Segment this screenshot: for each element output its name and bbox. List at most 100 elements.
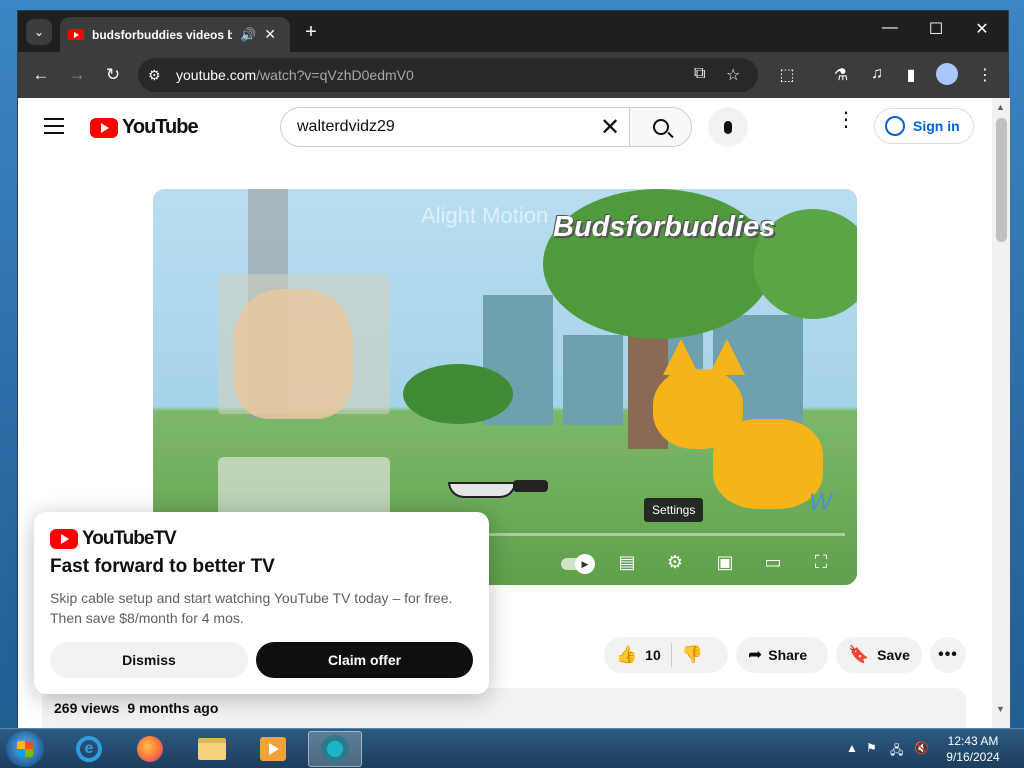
- view-count: 269 views: [54, 700, 120, 716]
- youtube-tv-play-icon: [50, 529, 78, 549]
- taskbar-media-player[interactable]: [246, 731, 300, 767]
- media-player-icon: [260, 737, 286, 761]
- video-watermark: W: [809, 489, 832, 516]
- scroll-down-arrow[interactable]: ▼: [996, 704, 1005, 714]
- claim-offer-button[interactable]: Claim offer: [256, 642, 473, 678]
- youtube-logo-text: YouTube: [122, 116, 199, 138]
- knife-drawing: [448, 482, 516, 498]
- chrome-icon: [321, 735, 349, 763]
- windows-taskbar: e ▲ ⚑ 🖧 🔇 12:43 AM 9/16/2024: [0, 728, 1024, 768]
- theater-mode-icon[interactable]: ▭: [759, 552, 787, 573]
- chrome-menu-icon[interactable]: ⋮: [974, 65, 996, 85]
- tab-close-icon[interactable]: ✕: [264, 26, 276, 43]
- sign-in-label: Sign in: [913, 118, 960, 134]
- dismiss-button[interactable]: Dismiss: [50, 642, 248, 678]
- video-meta: 269 views 9 months ago: [54, 700, 218, 716]
- bookmark-star-icon[interactable]: ☆: [726, 65, 740, 85]
- share-icon: ➦: [748, 645, 763, 664]
- search-input[interactable]: [281, 108, 591, 146]
- video-title-overlay: Budsforbuddies: [553, 211, 776, 243]
- page-scrollbar[interactable]: ▲ ▼: [992, 98, 1010, 729]
- promo-heading: Fast forward to better TV: [50, 556, 275, 577]
- labs-flask-icon[interactable]: ⚗: [830, 65, 852, 85]
- folder-icon: [198, 738, 226, 760]
- back-button[interactable]: ←: [28, 62, 54, 88]
- youtube-tv-logo: YouTubeTV: [50, 528, 177, 550]
- reload-button[interactable]: ↻: [100, 62, 126, 88]
- tab-search-button[interactable]: ⌄: [26, 19, 52, 45]
- taskbar-clock[interactable]: 12:43 AM 9/16/2024: [938, 733, 1008, 765]
- action-center-flag-icon[interactable]: ⚑: [866, 741, 877, 755]
- clock-time: 12:43 AM: [947, 734, 999, 748]
- side-panel-icon[interactable]: ▮: [900, 65, 922, 85]
- microphone-icon: [724, 120, 732, 134]
- internet-explorer-icon: e: [76, 736, 102, 762]
- address-bar[interactable]: ⚙ youtube.com/watch?v=qVzhD0edmV0 ⧉ ☆: [138, 58, 758, 92]
- url-path: /watch?v=qVzhD0edmV0: [256, 67, 414, 83]
- miniplayer-icon[interactable]: ▣: [711, 552, 739, 573]
- media-control-icon[interactable]: ♫: [866, 65, 888, 83]
- like-icon[interactable]: 👍: [616, 645, 637, 665]
- maximize-button[interactable]: ☐: [916, 19, 956, 39]
- close-window-button[interactable]: ✕: [962, 19, 1002, 39]
- tab-youtube[interactable]: budsforbuddies videos be 🔊 ✕: [60, 17, 290, 52]
- share-label: Share: [768, 647, 808, 663]
- taskbar-file-explorer[interactable]: [185, 731, 239, 767]
- tab-title: budsforbuddies videos be: [92, 27, 232, 42]
- browser-toolbar: ← → ↻ ⚙ youtube.com/watch?v=qVzhD0edmV0 …: [18, 52, 1008, 98]
- upload-age: 9 months ago: [127, 700, 219, 716]
- subtitles-icon[interactable]: ▤: [613, 552, 641, 573]
- video-ghost-text: Alight Motion: [421, 203, 549, 228]
- fullscreen-icon[interactable]: ⛶: [807, 552, 835, 573]
- settings-tooltip: Settings: [644, 498, 704, 522]
- account-icon: [885, 116, 905, 136]
- youtube-play-icon: [90, 117, 118, 138]
- clock-date: 9/16/2024: [946, 750, 1000, 764]
- search-box: ✕: [280, 107, 692, 147]
- voice-search-button[interactable]: [708, 107, 748, 147]
- more-actions-button[interactable]: •••: [930, 637, 966, 673]
- drawn-cat-figure: [233, 289, 353, 419]
- taskbar-firefox[interactable]: [123, 731, 177, 767]
- youtube-favicon-icon: [68, 29, 84, 40]
- tab-bar: ⌄ budsforbuddies videos be 🔊 ✕ + — ☐ ✕: [18, 11, 1008, 52]
- forward-button[interactable]: →: [64, 62, 90, 88]
- settings-gear-icon[interactable]: ⚙: [661, 552, 689, 573]
- url-host: youtube.com: [176, 67, 257, 83]
- dislike-icon[interactable]: 👎: [682, 645, 703, 665]
- sign-in-button[interactable]: Sign in: [874, 108, 974, 144]
- orange-cat-body: [713, 419, 823, 509]
- like-dislike-group: 👍 10 👎: [604, 637, 728, 673]
- promo-body: Skip cable setup and start watching YouT…: [50, 590, 453, 626]
- search-button[interactable]: [629, 108, 691, 146]
- youtube-tv-promo: YouTubeTV Fast forward to better TV Skip…: [34, 512, 489, 694]
- search-icon: [652, 119, 669, 135]
- guide-menu-icon[interactable]: [44, 118, 64, 134]
- site-info-icon[interactable]: ⚙: [148, 67, 176, 84]
- taskbar-chrome[interactable]: [308, 731, 362, 767]
- autoplay-toggle[interactable]: [561, 554, 595, 574]
- firefox-icon: [137, 736, 163, 762]
- settings-more-icon[interactable]: ⋮: [836, 110, 856, 130]
- clear-search-icon[interactable]: ✕: [591, 108, 629, 146]
- bookmark-icon: 🔖: [848, 645, 870, 664]
- youtube-logo[interactable]: YouTube: [90, 116, 199, 139]
- profile-avatar[interactable]: [936, 63, 958, 85]
- volume-muted-icon[interactable]: 🔇: [914, 741, 929, 755]
- scrollbar-thumb[interactable]: [996, 118, 1007, 242]
- scroll-up-arrow[interactable]: ▲: [996, 102, 1005, 112]
- speaker-icon[interactable]: 🔊: [240, 27, 256, 43]
- youtube-tv-brand: YouTubeTV: [82, 528, 177, 549]
- minimize-button[interactable]: —: [870, 19, 910, 37]
- start-button[interactable]: [6, 731, 44, 767]
- taskbar-internet-explorer[interactable]: e: [62, 731, 116, 767]
- save-button[interactable]: 🔖 Save: [836, 637, 922, 673]
- new-tab-button[interactable]: +: [300, 21, 322, 44]
- share-button[interactable]: ➦ Share: [736, 637, 828, 673]
- show-hidden-icons[interactable]: ▲: [846, 741, 858, 755]
- save-label: Save: [877, 647, 910, 663]
- extensions-icon[interactable]: ⬚: [776, 65, 798, 85]
- install-app-icon[interactable]: ⧉: [694, 65, 705, 83]
- like-count[interactable]: 10: [645, 647, 661, 663]
- network-icon[interactable]: 🖧: [890, 741, 903, 762]
